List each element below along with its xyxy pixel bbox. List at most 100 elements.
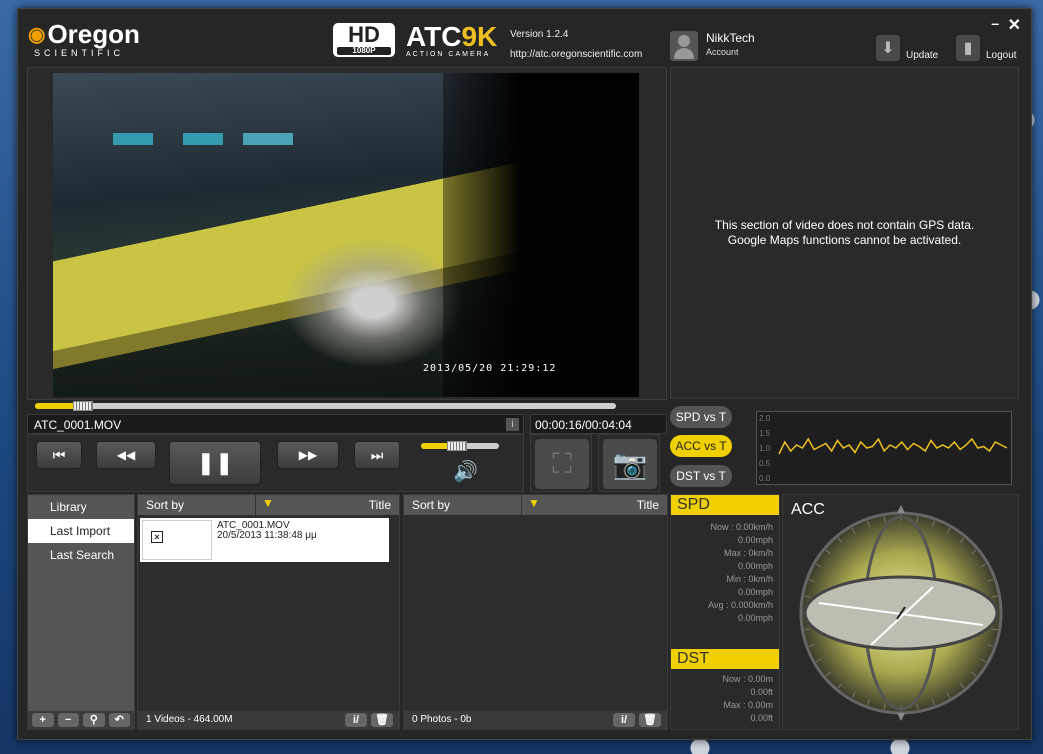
minimize-button[interactable]: – (991, 15, 999, 31)
avatar (670, 31, 698, 61)
spd-values: Now : 0.00km/h 0.00mph Max : 0km/h 0.00m… (671, 515, 779, 625)
current-file-bar: ATC_0001.MOV i (27, 414, 524, 434)
edit-info-button[interactable]: i/ (345, 713, 367, 727)
y-tick-label: 2.0 (759, 414, 771, 423)
stats-panel: SPD Now : 0.00km/h 0.00mph Max : 0km/h 0… (670, 494, 780, 730)
edit-info-button[interactable]: i/ (613, 713, 635, 727)
delete-video-button[interactable]: 🗑 (371, 713, 393, 727)
search-button[interactable]: ⚲ (83, 713, 105, 727)
acc-gauge (799, 505, 1003, 721)
dst-max-m: Max : 0.00m (723, 700, 773, 710)
total-time: 00:04:04 (585, 418, 632, 432)
y-tick-label: 1.0 (759, 444, 771, 453)
videos-sort-label[interactable]: Sort by (138, 495, 256, 515)
logout-button[interactable]: ▮ Logout (956, 35, 1017, 61)
info-icon[interactable]: i (506, 418, 519, 431)
videos-footer: 1 Videos - 464.00M i/ 🗑 (138, 711, 399, 729)
acc-series-line (778, 437, 1008, 455)
camera-icon: 📷 (603, 439, 657, 489)
version-text: Version 1.2.4 (510, 29, 569, 40)
time-display: 00:00:16/00:04:04 (530, 414, 667, 434)
dst-now-m: Now : 0.00m (722, 674, 773, 684)
remove-button[interactable]: − (57, 713, 79, 727)
snapshot-button[interactable]: 📷 (598, 434, 660, 492)
current-filename: ATC_0001.MOV (34, 418, 122, 432)
video-timestamp: 2013/05/20 21:29:12 (423, 363, 557, 374)
videos-sort-header: Sort by ▼ Title (138, 495, 399, 515)
library-panel: Library Last Import Last Search + − ⚲ ↶ (27, 494, 135, 730)
photos-sort-label[interactable]: Sort by (404, 495, 522, 515)
list-item[interactable]: × ATC_0001.MOV 20/5/2013 11:38:48 μμ (140, 518, 389, 562)
progress-thumb[interactable] (73, 401, 94, 411)
add-button[interactable]: + (32, 713, 54, 727)
library-item-last-import[interactable]: Last Import (28, 519, 134, 543)
video-item-date: 20/5/2013 11:38:48 μμ (217, 530, 317, 541)
photos-sort-header: Sort by ▼ Title (404, 495, 667, 515)
spd-avg-kmh: Avg : 0.000km/h (708, 600, 773, 610)
map-panel: This section of video does not contain G… (670, 67, 1019, 399)
fullscreen-button[interactable]: ⛶ (530, 434, 592, 492)
video-player[interactable]: 2013/05/20 21:29:12 (53, 73, 639, 397)
website-link[interactable]: http://atc.oregonscientific.com (510, 49, 642, 60)
video-frame: 2013/05/20 21:29:12 (27, 67, 667, 400)
photos-sort-field[interactable]: Title (546, 495, 667, 515)
delete-photo-button[interactable]: 🗑 (639, 713, 661, 727)
spd-title: SPD (671, 495, 779, 515)
photos-footer: 0 Photos - 0b i/ 🗑 (404, 711, 667, 729)
dst-now-ft: 0.00ft (750, 687, 773, 697)
spd-avg-mph: 0.00mph (737, 613, 773, 623)
close-button[interactable]: ✕ (1008, 15, 1021, 35)
pause-button[interactable]: ❚❚ (169, 441, 261, 485)
dst-title: DST (671, 649, 779, 669)
spd-max-mph: 0.00mph (737, 561, 773, 571)
videos-count: 1 Videos - 464.00M (146, 714, 233, 725)
acc-graph: 2.0 1.5 1.0 0.5 0.0 (756, 411, 1012, 485)
sort-arrow-icon[interactable]: ▼ (256, 495, 280, 515)
acc-panel: ACC (782, 494, 1019, 730)
app-window: ◉ Oregon SCIENTIFIC HD 1080P ATC9K ACTION… (17, 8, 1032, 740)
spd-now-kmh: Now : 0.00km/h (710, 522, 773, 532)
sun-icon: ◉ (28, 24, 46, 46)
dst-vs-t-button[interactable]: DST vs T (670, 465, 732, 487)
current-time: 00:00:16 (535, 418, 582, 432)
spd-vs-t-button[interactable]: SPD vs T (670, 406, 732, 428)
videos-sort-field[interactable]: Title (280, 495, 399, 515)
acc-title: ACC (791, 501, 825, 518)
y-tick-label: 1.5 (759, 429, 771, 438)
forward-button[interactable]: ▶▶ (277, 441, 339, 469)
photos-pane: Sort by ▼ Title 0 Photos - 0b i/ 🗑 (403, 494, 668, 730)
door-icon: ▮ (956, 35, 980, 61)
update-button[interactable]: ⬇ Update (876, 35, 938, 61)
acc-line-chart: 2.0 1.5 1.0 0.5 0.0 (759, 414, 1008, 483)
previous-button[interactable]: ⏮ (36, 441, 82, 469)
import-button[interactable]: ↶ (108, 713, 130, 727)
photos-count: 0 Photos - 0b (412, 714, 472, 725)
videos-pane: Sort by ▼ Title × ATC_0001.MOV 20/5/2013… (137, 494, 400, 730)
user-name: NikkTech (706, 31, 755, 45)
speaker-icon[interactable]: 🔊 (453, 459, 478, 484)
spd-now-mph: 0.00mph (737, 535, 773, 545)
fullscreen-icon: ⛶ (535, 439, 589, 489)
atc-logo: ATC9K ACTION CAMERA (406, 21, 498, 59)
spd-max-kmh: Max : 0km/h (723, 548, 773, 558)
gps-message-line2: Google Maps functions cannot be activate… (727, 233, 962, 247)
spd-min-mph: 0.00mph (737, 587, 773, 597)
oregon-logo: ◉ Oregon SCIENTIFIC (28, 19, 140, 58)
library-footer: + − ⚲ ↶ (28, 711, 134, 729)
volume-slider[interactable] (421, 441, 499, 451)
broken-image-icon: × (151, 531, 163, 543)
library-item-last-search[interactable]: Last Search (28, 543, 134, 567)
trash-icon: 🗑 (375, 714, 389, 726)
next-button[interactable]: ⏭ (354, 441, 400, 469)
volume-thumb[interactable] (446, 441, 467, 451)
video-progress-slider[interactable] (35, 401, 616, 411)
sort-arrow-icon[interactable]: ▼ (522, 495, 546, 515)
library-item-library[interactable]: Library (28, 495, 134, 519)
rewind-button[interactable]: ◀◀ (96, 441, 156, 469)
acc-vs-t-button[interactable]: ACC vs T (670, 435, 732, 457)
dst-max-ft: 0.00ft (750, 713, 773, 723)
hd-badge: HD 1080P (333, 23, 395, 57)
playback-controls: ⏮ ◀◀ ❚❚ ▶▶ ⏭ 🔊 (27, 434, 524, 492)
dst-values: Now : 0.00m 0.00ft Max : 0.00m 0.00ft (671, 669, 779, 725)
trash-icon: 🗑 (643, 714, 657, 726)
